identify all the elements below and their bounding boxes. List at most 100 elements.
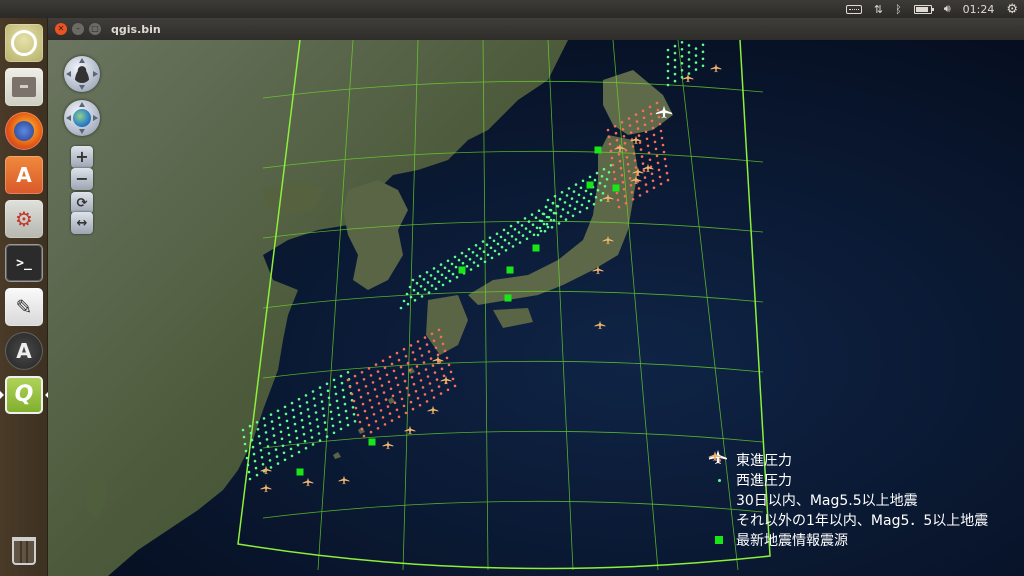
pressure-dot	[308, 422, 312, 425]
pressure-dot	[578, 210, 582, 214]
pressure-dot	[687, 58, 691, 61]
expand-horizontal-icon[interactable]: ↔	[71, 212, 93, 234]
pressure-dot	[680, 76, 684, 79]
files-icon[interactable]	[5, 68, 43, 106]
ubuntu-dash-icon[interactable]	[5, 24, 43, 62]
battery-icon[interactable]	[913, 0, 934, 18]
pressure-dot	[627, 170, 631, 173]
maximize-icon[interactable]: □	[89, 23, 101, 35]
firefox-icon[interactable]	[5, 112, 43, 150]
zoom-out-button[interactable]: −	[71, 168, 93, 190]
map-legend: 東進圧力 西進圧力 30日以内、Mag5.5以上地震 それ以外の1年以内、Mag…	[708, 450, 988, 550]
trash-icon[interactable]	[5, 532, 43, 570]
refresh-icon[interactable]: ⟳	[71, 192, 93, 214]
pressure-dot	[255, 421, 259, 424]
clock[interactable]: 01:24	[963, 0, 995, 18]
pressure-dot	[244, 449, 248, 453]
pressure-dot	[620, 173, 624, 177]
pressure-dot	[443, 349, 447, 353]
text-editor-icon[interactable]: ✎	[5, 288, 43, 326]
epicenter-marker[interactable]	[296, 468, 304, 476]
pressure-dot	[415, 281, 419, 285]
zoom-in-button[interactable]: +	[71, 146, 93, 168]
pressure-dot	[420, 354, 424, 357]
pressure-dot	[332, 378, 336, 382]
pressure-dot	[476, 264, 480, 267]
pressure-dot	[425, 343, 429, 346]
pressure-dot	[489, 246, 493, 250]
software-updater-icon[interactable]: A	[5, 332, 43, 370]
software-center-icon[interactable]: A	[5, 156, 43, 194]
pressure-dot	[416, 340, 420, 343]
pressure-dot	[694, 61, 698, 64]
pressure-dot	[633, 159, 637, 162]
pressure-dot	[272, 434, 276, 437]
pressure-dot	[650, 172, 654, 176]
pressure-dot	[571, 214, 575, 218]
system-settings-icon[interactable]: ⚙	[5, 200, 43, 238]
pressure-dot	[457, 258, 461, 262]
qgis-icon[interactable]: Q	[5, 376, 43, 414]
pressure-dot	[409, 344, 413, 347]
epicenter-marker[interactable]	[458, 266, 466, 274]
pressure-dot	[629, 131, 633, 134]
pressure-dot	[482, 250, 486, 253]
pressure-dot	[447, 269, 451, 273]
pressure-dot	[469, 268, 473, 271]
pressure-dot	[449, 370, 453, 374]
pressure-dot	[627, 117, 631, 120]
pressure-dot	[383, 423, 387, 426]
bluetooth-icon[interactable]: ᛒ	[895, 0, 902, 18]
close-icon[interactable]: ✕	[55, 23, 67, 35]
pressure-dot	[507, 242, 511, 245]
pressure-dot	[280, 437, 284, 441]
pressure-dot	[305, 401, 309, 404]
pressure-dot	[362, 378, 366, 381]
globe-pan-control[interactable]	[64, 100, 100, 136]
pressure-dot	[632, 152, 636, 155]
pressure-dot	[673, 72, 677, 76]
epicenter-marker[interactable]	[594, 146, 602, 154]
pressure-dot	[429, 357, 433, 360]
legend-item-latest-epicenter: 最新地震情報震源	[708, 530, 988, 550]
top-panel: ⇅ ᛒ 🔊︎ 01:24 ⚙	[0, 0, 1024, 18]
pressure-dot	[568, 204, 572, 207]
window-titlebar[interactable]: ✕ – □ qgis.bin	[48, 18, 1024, 40]
epicenter-marker[interactable]	[368, 438, 376, 446]
pressure-dot	[283, 405, 287, 409]
epicenter-marker[interactable]	[612, 184, 620, 192]
pressure-dot	[601, 192, 605, 195]
terminal-icon[interactable]: >_	[5, 244, 43, 282]
pan-control[interactable]	[64, 56, 100, 92]
epicenter-marker[interactable]	[504, 294, 512, 302]
pressure-dot	[350, 392, 354, 396]
minimize-icon[interactable]: –	[72, 23, 84, 35]
pressure-dot	[437, 280, 441, 284]
pressure-dot	[405, 386, 409, 390]
pressure-dot	[409, 400, 413, 404]
epicenter-marker[interactable]	[586, 181, 594, 189]
pressure-dot	[517, 231, 521, 234]
pressure-dot	[432, 267, 436, 270]
pressure-dot	[622, 135, 626, 138]
pressure-dot	[664, 164, 668, 168]
map-canvas[interactable]: + − ⟳ ↔ 東進圧力 西進圧力 30日以内、Mag5.5以上地震 それ以外の…	[48, 40, 1024, 576]
pressure-dot	[332, 431, 336, 435]
network-icon[interactable]: ⇅	[874, 0, 883, 18]
epicenter-marker[interactable]	[532, 244, 540, 252]
epicenter-marker[interactable]	[506, 266, 514, 274]
gear-icon[interactable]: ⚙	[1006, 0, 1018, 18]
pressure-dot	[343, 402, 347, 406]
pressure-dot	[665, 171, 669, 175]
keyboard-icon[interactable]	[845, 0, 862, 18]
pressure-dot	[644, 183, 648, 186]
pressure-dot	[575, 200, 579, 204]
volume-icon[interactable]: 🔊︎	[944, 0, 951, 18]
pressure-dot	[537, 209, 541, 212]
pressure-dot	[540, 219, 544, 223]
pressure-dot	[372, 413, 376, 416]
pressure-dot	[427, 350, 431, 353]
pressure-dot	[439, 263, 443, 266]
pressure-dot	[460, 251, 464, 255]
pressure-dot	[648, 105, 652, 109]
